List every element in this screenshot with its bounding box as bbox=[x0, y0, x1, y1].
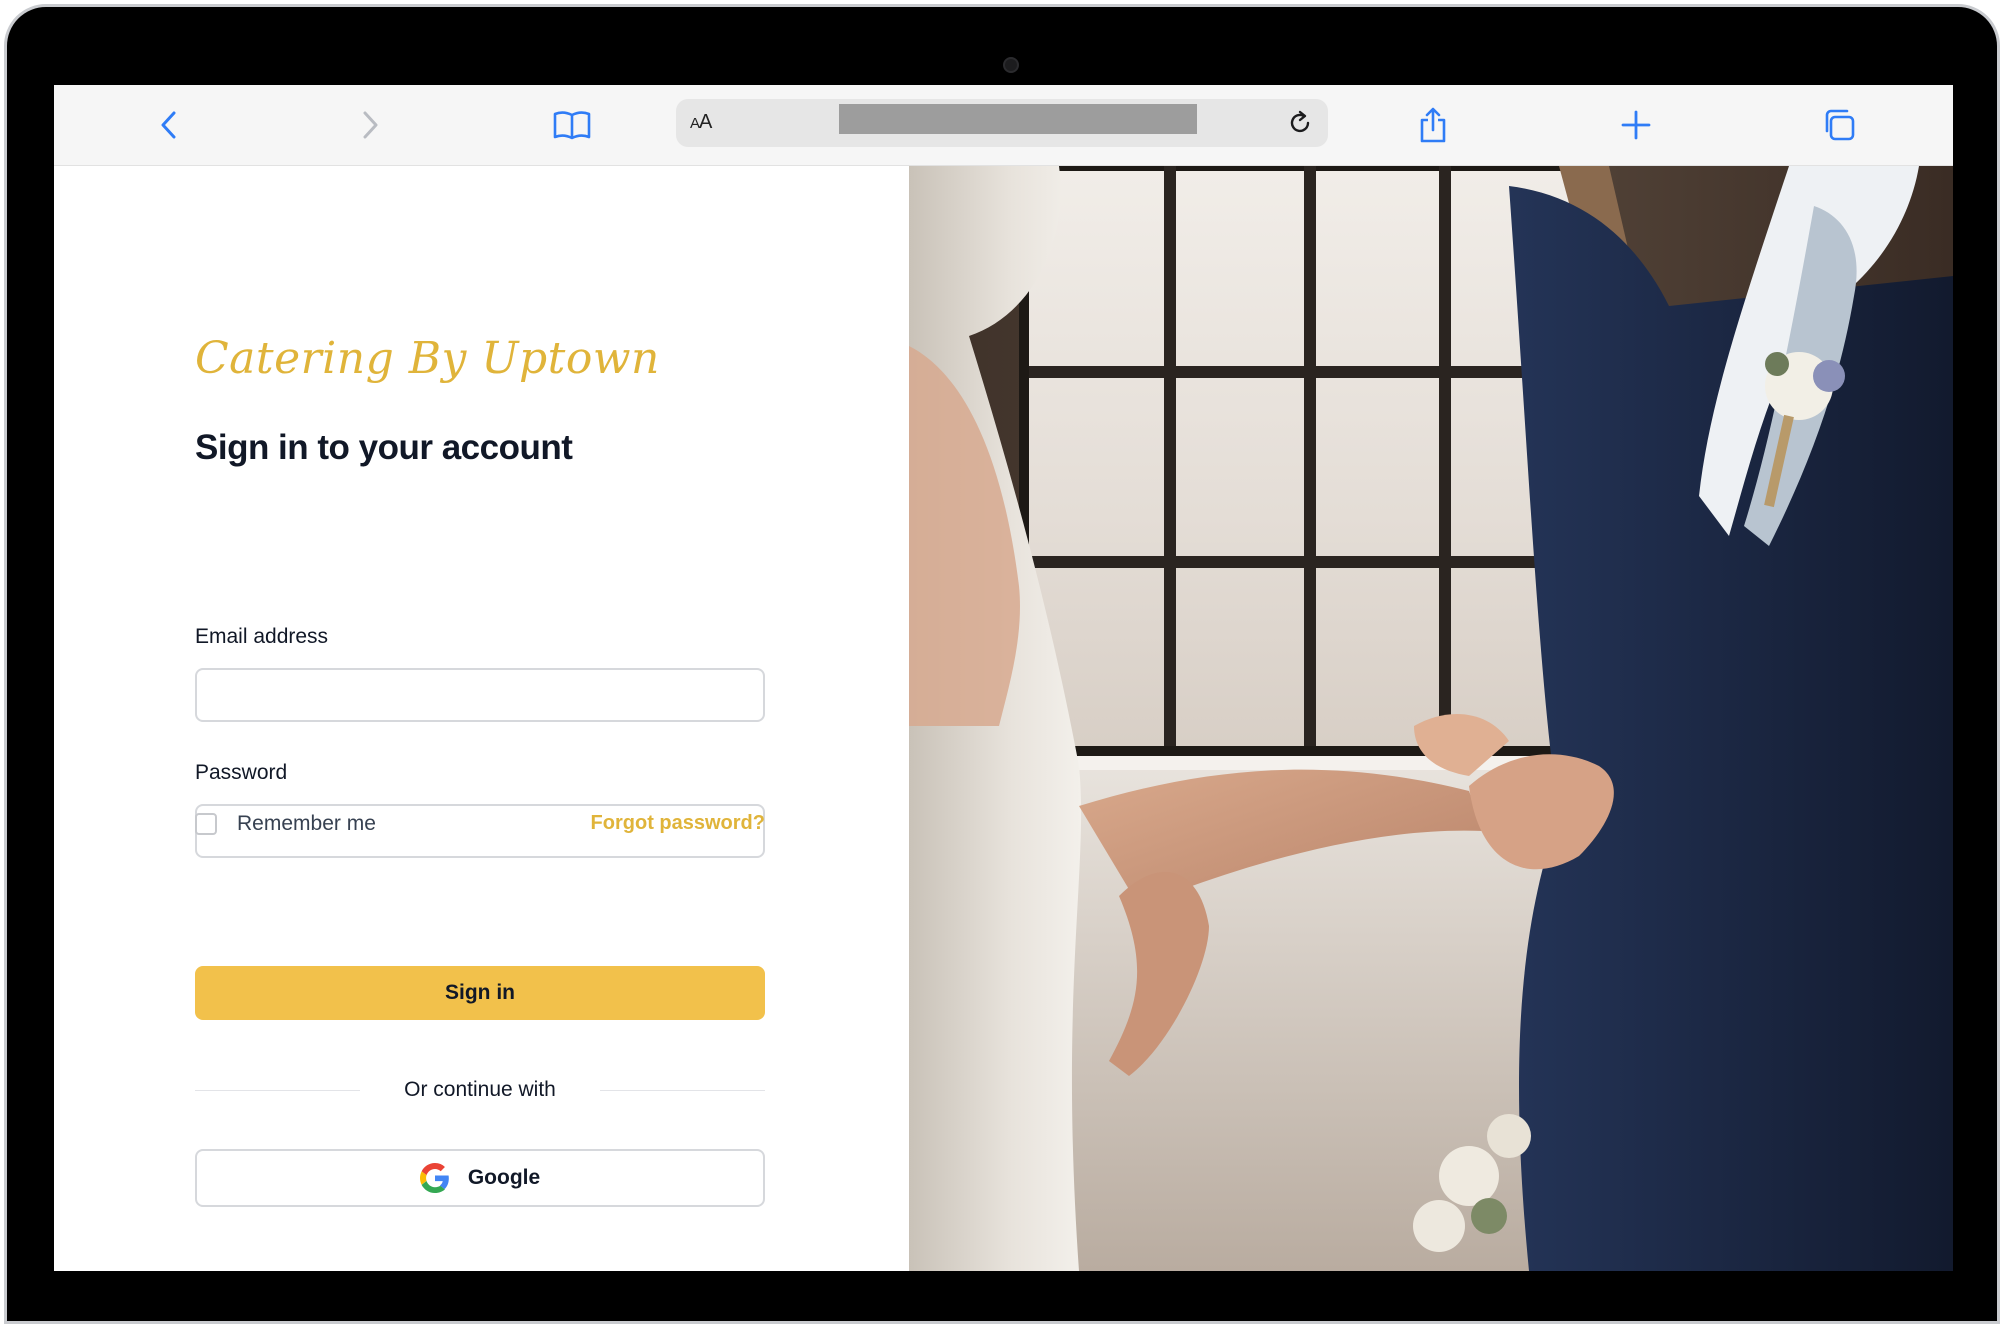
url-redacted bbox=[839, 104, 1197, 134]
google-label: Google bbox=[467, 1166, 541, 1189]
text-size-button[interactable]: AA bbox=[690, 111, 712, 134]
book-icon[interactable] bbox=[552, 105, 592, 145]
tabs-icon[interactable] bbox=[1819, 105, 1859, 145]
brand-logo[interactable]: Catering By Uptown bbox=[195, 333, 660, 384]
chevron-left-icon[interactable] bbox=[149, 105, 189, 145]
signin-panel: Catering By Uptown Sign in to your accou… bbox=[54, 166, 907, 1271]
remember-me[interactable]: Remember me bbox=[195, 812, 376, 836]
google-icon bbox=[419, 1163, 450, 1193]
share-icon[interactable] bbox=[1413, 105, 1453, 145]
page-content: Catering By Uptown Sign in to your accou… bbox=[54, 166, 1953, 1271]
google-signin-button[interactable]: Google bbox=[195, 1149, 765, 1207]
plus-icon[interactable] bbox=[1616, 105, 1656, 145]
divider: Or continue with bbox=[195, 1076, 765, 1106]
divider-line-right bbox=[600, 1090, 765, 1091]
address-bar[interactable]: AA bbox=[676, 99, 1328, 147]
browser-toolbar: AA bbox=[54, 85, 1953, 166]
email-field[interactable] bbox=[195, 668, 765, 722]
reload-icon[interactable] bbox=[1282, 105, 1318, 141]
forgot-password-link[interactable]: Forgot password? bbox=[584, 812, 765, 835]
email-label: Email address bbox=[195, 625, 329, 648]
camera-icon bbox=[1003, 57, 1019, 73]
remember-label: Remember me bbox=[237, 812, 376, 835]
sign-in-button[interactable]: Sign in bbox=[195, 966, 765, 1020]
chevron-right-icon[interactable] bbox=[350, 105, 390, 145]
password-label: Password bbox=[195, 761, 288, 784]
browser-window: AA Catering By Uptown Sign in to your ac… bbox=[54, 85, 1953, 1271]
hero-photo bbox=[909, 166, 1953, 1271]
page-title: Sign in to your account bbox=[195, 428, 573, 467]
remember-checkbox[interactable] bbox=[195, 813, 217, 835]
wedding-photo-illustration bbox=[909, 166, 1953, 1271]
